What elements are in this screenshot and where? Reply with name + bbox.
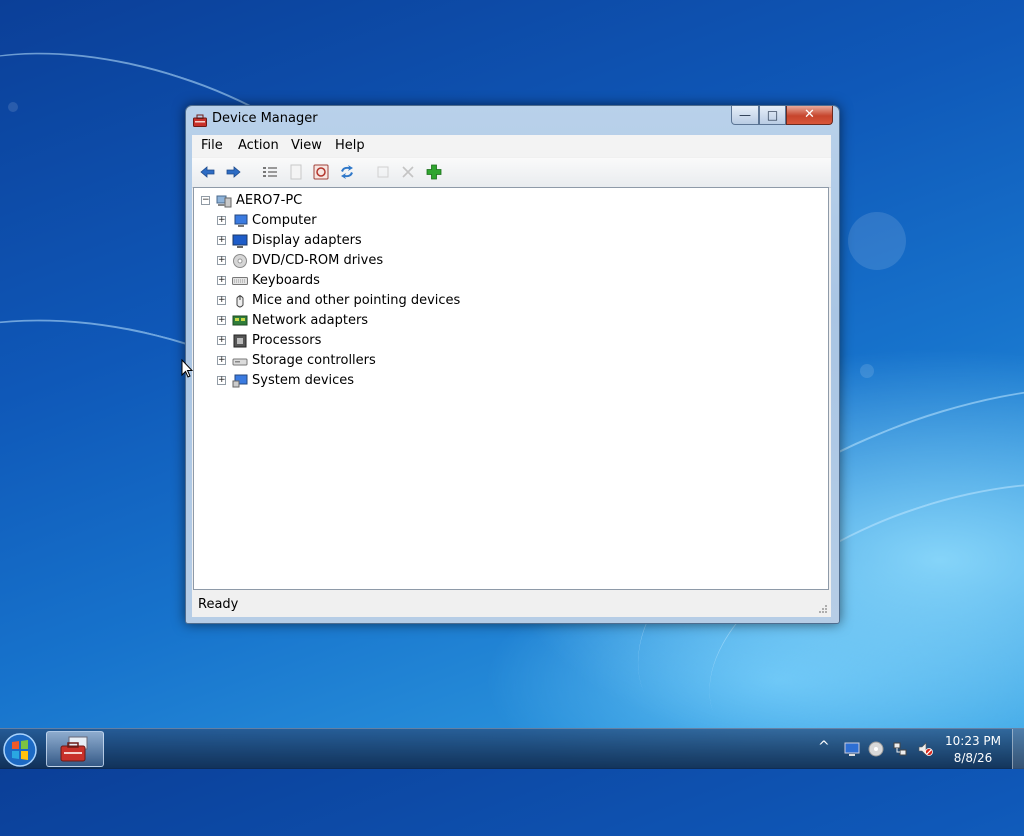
expand-icon[interactable]: + [217,356,226,365]
menu-file[interactable]: File [201,138,223,153]
device-manager-icon [60,736,88,762]
dvd-drive-icon [233,254,247,268]
tree-item-label: Computer [252,213,317,228]
display-adapter-icon [232,234,248,248]
storage-controller-icon [232,358,248,366]
mouse-icon [236,295,244,308]
tree-item-label: Storage controllers [252,353,376,368]
expand-icon[interactable]: + [217,276,226,285]
expand-icon[interactable]: + [217,316,226,325]
volume-muted-icon[interactable] [917,741,933,757]
back-icon[interactable] [198,163,218,181]
window-client-area: File Action View Help − AERO7-PC + Compu… [192,135,831,617]
tree-item-label: Display adapters [252,233,362,248]
mouse-cursor-icon [181,359,193,378]
tree-item-label: Keyboards [252,273,320,288]
computer-icon [234,214,248,227]
menu-action[interactable]: Action [238,138,279,153]
help-page-icon [290,164,302,180]
tree-item-label: DVD/CD-ROM drives [252,253,384,268]
collapse-icon[interactable]: − [201,196,210,205]
minimize-button[interactable]: — [731,106,759,125]
tree-item-label: Processors [252,333,322,348]
expand-icon[interactable]: + [217,296,226,305]
monitor-icon[interactable] [844,741,860,757]
menu-view[interactable]: View [291,138,322,153]
cd-icon[interactable] [868,741,884,757]
device-manager-icon [193,114,207,127]
minimize-icon: — [739,108,751,122]
clock-date: 8/8/26 [953,751,993,765]
keyboard-icon [232,277,248,285]
disable-device-icon [377,166,389,178]
close-button[interactable]: ✕ [786,106,833,125]
taskbar: ^ 10:23 PM 8/8/26 [0,728,1024,769]
menu-help[interactable]: Help [335,138,365,153]
expand-icon[interactable]: + [217,256,226,265]
tree-item-label: System devices [252,373,355,388]
show-hidden-icons-icon[interactable]: ^ [818,739,830,755]
network-adapter-icon [232,315,248,326]
computer-root-icon [216,195,232,208]
system-devices-icon [232,374,248,388]
clock-time: 10:23 PM [945,734,1001,748]
tree-item-label: Mice and other pointing devices [252,293,461,308]
add-legacy-hardware-icon[interactable] [424,163,444,181]
toolbar [192,158,831,188]
status-bar: Ready [192,593,831,617]
expand-icon[interactable]: + [217,336,226,345]
tree-item-label: Network adapters [252,313,369,328]
title-bar[interactable]: Device Manager — □ ✕ [186,106,839,134]
expand-icon[interactable]: + [217,236,226,245]
taskbar-device-manager-button[interactable] [46,731,104,767]
maximize-icon: □ [766,108,779,122]
maximize-button[interactable]: □ [759,106,786,125]
update-driver-icon[interactable] [337,163,357,181]
tree-root-label: AERO7-PC [236,193,303,208]
show-desktop-button[interactable] [1012,729,1024,769]
device-manager-window[interactable]: Device Manager — □ ✕ File Action View He… [185,105,840,624]
device-tree[interactable]: − AERO7-PC + Computer + Display adapters… [193,187,829,590]
forward-icon[interactable] [223,163,243,181]
clock[interactable]: 10:23 PM 8/8/26 [940,733,1006,767]
uninstall-device-icon [402,166,414,178]
status-text: Ready [198,597,239,612]
close-icon: ✕ [804,107,815,122]
scan-hardware-icon[interactable] [311,163,331,181]
properties-list-icon[interactable] [260,163,280,181]
window-title: Device Manager [212,111,318,126]
start-orb-icon[interactable] [1,731,39,768]
network-icon[interactable] [892,741,908,757]
processor-icon [233,334,247,348]
expand-icon[interactable]: + [217,376,226,385]
resize-grip-icon[interactable] [818,604,828,614]
expand-icon[interactable]: + [217,216,226,225]
menu-bar: File Action View Help [192,135,831,157]
